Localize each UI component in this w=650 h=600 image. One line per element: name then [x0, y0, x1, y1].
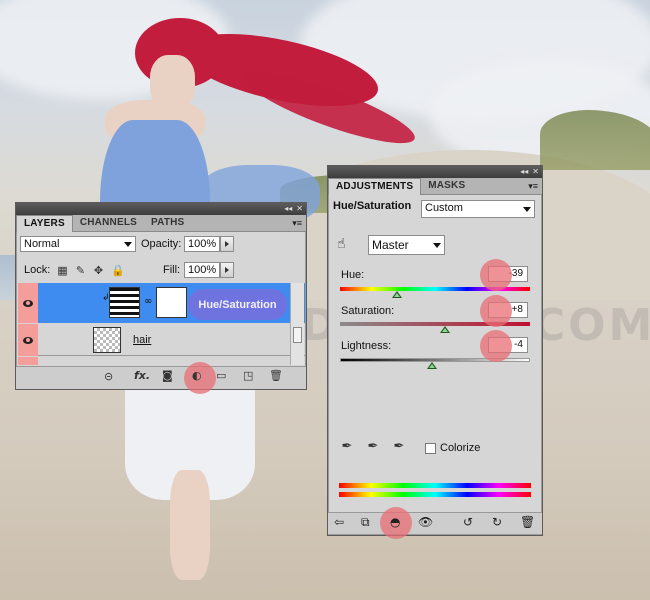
layers-panel-tabs: LAYERS CHANNELS PATHS ▾≡ [16, 215, 306, 232]
layer-visibility-toggle[interactable] [18, 324, 38, 356]
layer-visibility-toggle[interactable] [18, 283, 38, 323]
new-group-icon[interactable]: ▭ [216, 370, 226, 382]
saturation-slider-thumb[interactable] [440, 326, 450, 333]
hue-label: Hue: [341, 269, 365, 281]
scrollbar-thumb[interactable] [293, 327, 302, 343]
collapse-icon[interactable]: ◂◂ [284, 205, 292, 213]
fill-value: 100% [188, 264, 217, 276]
close-icon[interactable]: ✕ [532, 168, 539, 176]
adjustments-panel-titlebar[interactable]: ◂◂ ✕ [328, 166, 542, 178]
hair-layer-thumbnail[interactable] [93, 327, 121, 353]
color-spectrum-bar-top [339, 483, 531, 488]
link-layers-icon[interactable]: ⊝ [104, 371, 113, 383]
color-spectrum-bar-bottom [339, 492, 531, 497]
lock-transparent-icon[interactable]: ▦ [57, 265, 68, 276]
layer-name-hair[interactable]: hair [133, 334, 151, 346]
target-adjust-hand-icon[interactable]: ☝ [337, 236, 346, 252]
panel-menu-icon[interactable]: ▾≡ [292, 218, 302, 229]
tab-masks[interactable]: MASKS [421, 178, 472, 194]
eye-icon[interactable]: 👁 [418, 516, 433, 528]
lock-label: Lock: [24, 264, 51, 276]
blend-mode-value: Normal [24, 238, 60, 250]
adjustments-panel-tabs: ADJUSTMENTS MASKS ▾≡ [328, 178, 542, 195]
opacity-value: 100% [188, 238, 217, 250]
eyedropper-plus-icon[interactable]: ✒ [366, 440, 380, 454]
preset-value: Custom [425, 202, 463, 214]
eye-icon [23, 299, 33, 307]
fill-stepper-button[interactable] [220, 262, 234, 278]
lock-brush-icon[interactable]: ✎ [75, 265, 86, 276]
layers-panel-titlebar[interactable]: ◂◂ ✕ [16, 203, 306, 215]
chain-link-icon[interactable]: ∞ [144, 296, 152, 307]
lock-move-icon[interactable]: ✥ [93, 265, 104, 276]
previous-state-icon[interactable]: ↺ [463, 516, 473, 528]
clip-to-layer-icon[interactable]: ◓ [390, 516, 400, 528]
new-adjustment-layer-icon[interactable]: ◐ [192, 370, 202, 382]
chevron-down-icon [433, 243, 441, 248]
fill-label: Fill: [163, 264, 181, 276]
tab-adjustments[interactable]: ADJUSTMENTS [328, 178, 422, 195]
adjustment-title: Hue/Saturation [333, 200, 412, 212]
reset-icon[interactable]: ↻ [492, 516, 502, 528]
hue-saturation-annotation: Hue/Saturation [188, 289, 287, 320]
annotation-label: Hue/Saturation [198, 298, 277, 311]
opacity-stepper-button[interactable] [220, 236, 234, 252]
lightness-slider-thumb[interactable] [427, 362, 437, 369]
collapse-icon[interactable]: ◂◂ [520, 168, 528, 176]
adjustment-thumbnail[interactable] [109, 287, 140, 318]
lightness-value: -4 [514, 339, 523, 350]
opacity-label: Opacity: [141, 238, 182, 250]
channel-value: Master [372, 238, 409, 252]
tab-channels[interactable]: CHANNELS [73, 215, 144, 231]
lightness-highlight-circle [480, 330, 512, 362]
chevron-down-icon [523, 207, 531, 212]
fill-field[interactable]: 100% [184, 262, 220, 278]
layer-visibility-toggle[interactable] [18, 357, 38, 365]
new-layer-icon[interactable]: ◳ [243, 370, 253, 382]
layer-mask-thumbnail[interactable] [156, 287, 187, 318]
eyedropper-minus-icon[interactable]: ✒ [392, 440, 406, 454]
channel-select[interactable]: Master [368, 235, 445, 255]
trash-icon[interactable]: 🗑 [520, 516, 535, 528]
layers-bottom-bar [16, 366, 306, 389]
chevron-down-icon [124, 242, 132, 247]
tab-paths[interactable]: PATHS [144, 215, 191, 231]
lock-all-icon[interactable]: 🔒 [111, 265, 125, 276]
saturation-label: Saturation: [341, 305, 395, 317]
layers-scrollbar[interactable] [290, 283, 304, 365]
lightness-label: Lightness: [341, 340, 392, 352]
hue-slider-thumb[interactable] [392, 291, 402, 298]
preset-select[interactable]: Custom [421, 200, 535, 218]
hue-highlight-circle [480, 259, 512, 291]
tab-layers[interactable]: LAYERS [16, 215, 73, 232]
saturation-highlight-circle [480, 295, 512, 327]
close-icon[interactable]: ✕ [296, 205, 303, 213]
fx-icon[interactable]: fx. [134, 370, 150, 382]
trash-icon[interactable]: 🗑 [269, 370, 283, 382]
eye-icon [23, 336, 33, 344]
add-mask-icon[interactable]: ◙ [162, 370, 173, 382]
colorize-checkbox[interactable] [425, 443, 436, 454]
layer-row-hair[interactable] [18, 324, 305, 356]
eyedropper-icon[interactable]: ✒ [340, 440, 354, 454]
panel-menu-icon[interactable]: ▾≡ [528, 181, 538, 192]
back-arrow-icon[interactable]: ⇦ [334, 516, 344, 528]
expand-view-icon[interactable]: ⧉ [361, 516, 370, 528]
saturation-value: +8 [511, 304, 523, 315]
opacity-field[interactable]: 100% [184, 236, 220, 252]
layer-row-partial[interactable] [18, 357, 305, 365]
colorize-label: Colorize [440, 442, 481, 454]
blend-mode-select[interactable]: Normal [20, 236, 136, 252]
